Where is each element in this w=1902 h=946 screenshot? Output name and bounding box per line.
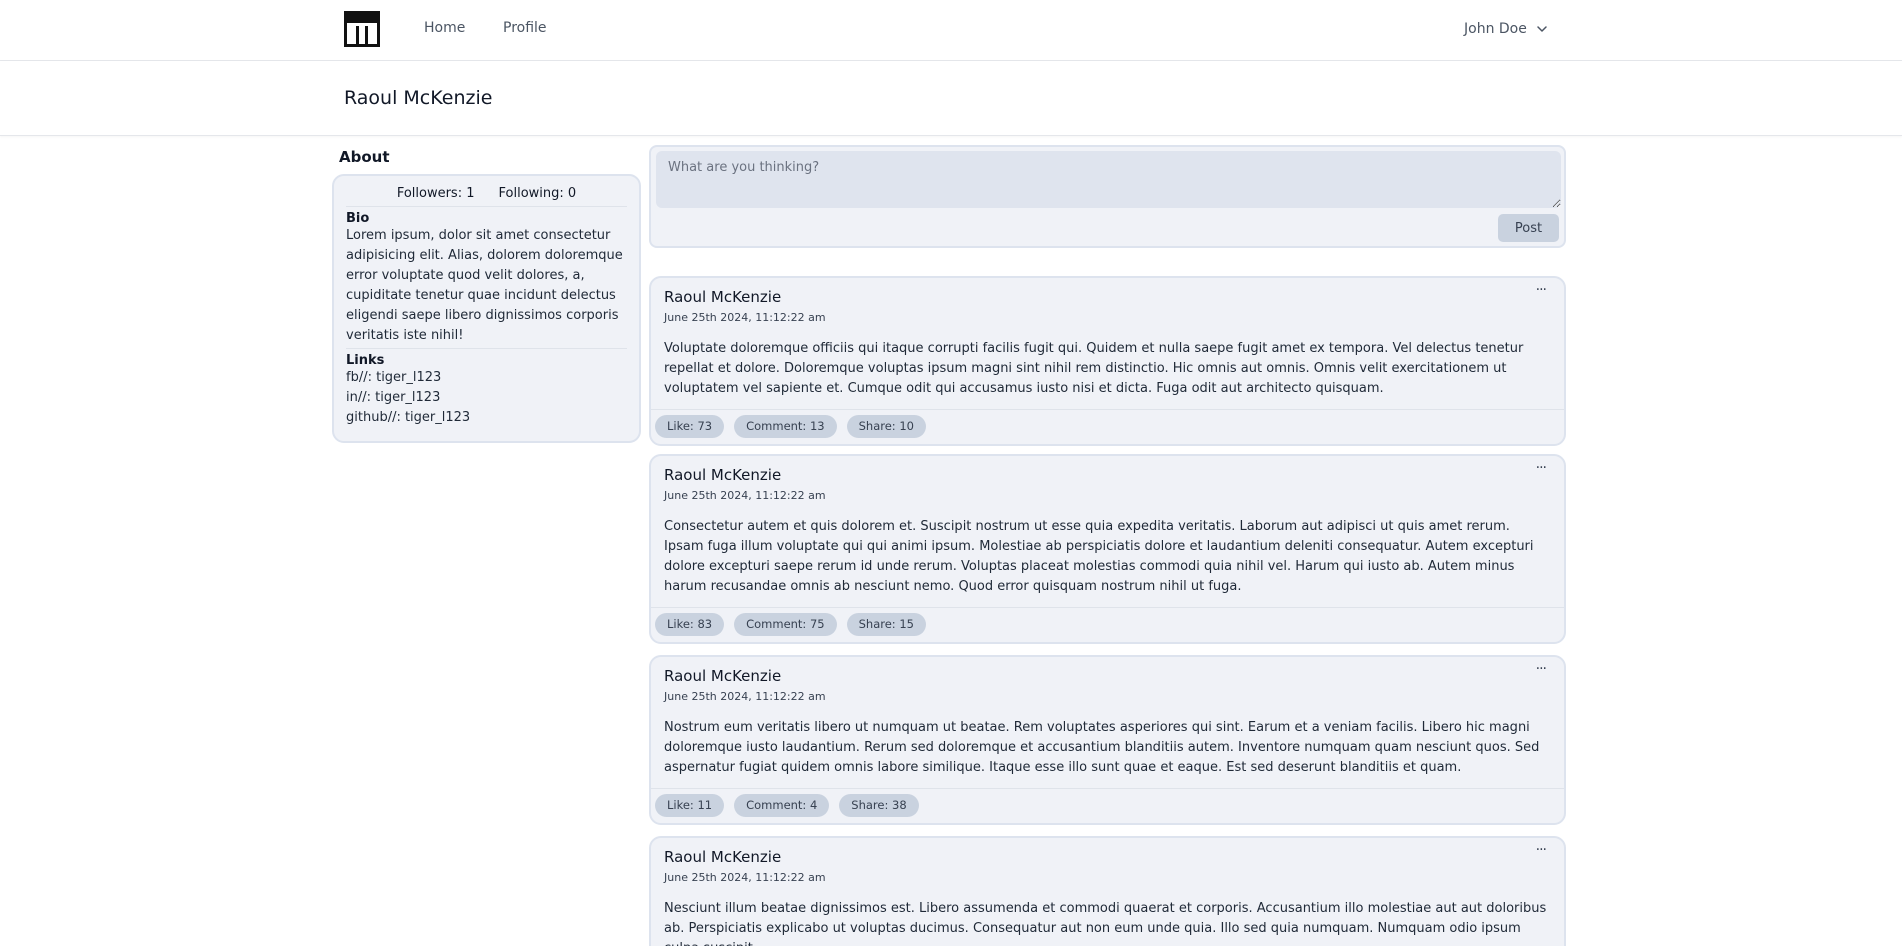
post-text: Nostrum eum veritatis libero ut numquam … bbox=[664, 720, 1540, 775]
post-composer: Post bbox=[649, 145, 1566, 248]
link-github[interactable]: github//: tiger_l123 bbox=[346, 408, 627, 428]
page-header: Raoul McKenzie bbox=[0, 61, 1902, 136]
comment-button[interactable]: Comment: 13 bbox=[734, 415, 837, 438]
post-menu-icon[interactable]: ... bbox=[1536, 657, 1547, 673]
post-author[interactable]: Raoul McKenzie bbox=[664, 287, 1551, 307]
post-menu-icon[interactable]: ... bbox=[1536, 838, 1547, 854]
followers-count[interactable]: Followers: 1 bbox=[397, 186, 475, 201]
post-input[interactable] bbox=[656, 151, 1561, 208]
post-text: Nesciunt illum beatae dignissimos est. L… bbox=[664, 901, 1547, 946]
user-name: John Doe bbox=[1464, 21, 1527, 37]
follow-stats: Followers: 1 Following: 0 bbox=[346, 186, 627, 207]
nav-link-home[interactable]: Home bbox=[424, 20, 465, 36]
post-card: ... Raoul McKenzie June 25th 2024, 11:12… bbox=[649, 276, 1566, 446]
post-card: ... Raoul McKenzie June 25th 2024, 11:12… bbox=[649, 836, 1566, 946]
following-count[interactable]: Following: 0 bbox=[499, 186, 577, 201]
post-actions: Like: 83 Comment: 75 Share: 15 bbox=[651, 607, 1564, 641]
post-menu-icon[interactable]: ... bbox=[1536, 278, 1547, 294]
post-author[interactable]: Raoul McKenzie bbox=[664, 847, 1551, 867]
link-in[interactable]: in//: tiger_l123 bbox=[346, 388, 627, 408]
post-menu-icon[interactable]: ... bbox=[1536, 456, 1547, 472]
post-text: Consectetur autem et quis dolorem et. Su… bbox=[664, 519, 1534, 594]
nav-link-profile[interactable]: Profile bbox=[503, 20, 547, 36]
like-button[interactable]: Like: 11 bbox=[655, 794, 725, 817]
post-date: June 25th 2024, 11:12:22 am bbox=[664, 311, 826, 324]
links-title: Links bbox=[346, 353, 385, 368]
share-button[interactable]: Share: 38 bbox=[839, 794, 919, 817]
post-author[interactable]: Raoul McKenzie bbox=[664, 465, 1551, 485]
chevron-down-icon bbox=[1537, 26, 1547, 32]
comment-button[interactable]: Comment: 4 bbox=[734, 794, 830, 817]
share-button[interactable]: Share: 15 bbox=[846, 613, 926, 636]
post-button[interactable]: Post bbox=[1498, 214, 1559, 242]
comment-button[interactable]: Comment: 75 bbox=[734, 613, 837, 636]
post-card: ... Raoul McKenzie June 25th 2024, 11:12… bbox=[649, 454, 1566, 644]
bio-text: Lorem ipsum, dolor sit amet consectetur … bbox=[346, 226, 627, 349]
post-date: June 25th 2024, 11:12:22 am bbox=[664, 871, 826, 884]
link-fb[interactable]: fb//: tiger_l123 bbox=[346, 368, 627, 388]
post-date: June 25th 2024, 11:12:22 am bbox=[664, 690, 826, 703]
top-navbar: Home Profile John Doe bbox=[0, 0, 1902, 61]
post-date: June 25th 2024, 11:12:22 am bbox=[664, 489, 826, 502]
like-button[interactable]: Like: 83 bbox=[655, 613, 725, 636]
about-card: Followers: 1 Following: 0 Bio Lorem ipsu… bbox=[332, 174, 641, 443]
share-button[interactable]: Share: 10 bbox=[846, 415, 926, 438]
post-text: Voluptate doloremque officiis qui itaque… bbox=[664, 341, 1524, 396]
about-heading: About bbox=[339, 148, 390, 166]
like-button[interactable]: Like: 73 bbox=[655, 415, 725, 438]
bio-title: Bio bbox=[346, 211, 370, 226]
user-menu-button[interactable]: John Doe bbox=[1464, 19, 1549, 39]
post-actions: Like: 73 Comment: 13 Share: 10 bbox=[651, 409, 1564, 443]
post-author[interactable]: Raoul McKenzie bbox=[664, 666, 1551, 686]
post-card: ... Raoul McKenzie June 25th 2024, 11:12… bbox=[649, 655, 1566, 825]
page-title: Raoul McKenzie bbox=[344, 87, 493, 109]
logo-icon[interactable] bbox=[344, 11, 380, 47]
post-actions: Like: 11 Comment: 4 Share: 38 bbox=[651, 788, 1564, 822]
